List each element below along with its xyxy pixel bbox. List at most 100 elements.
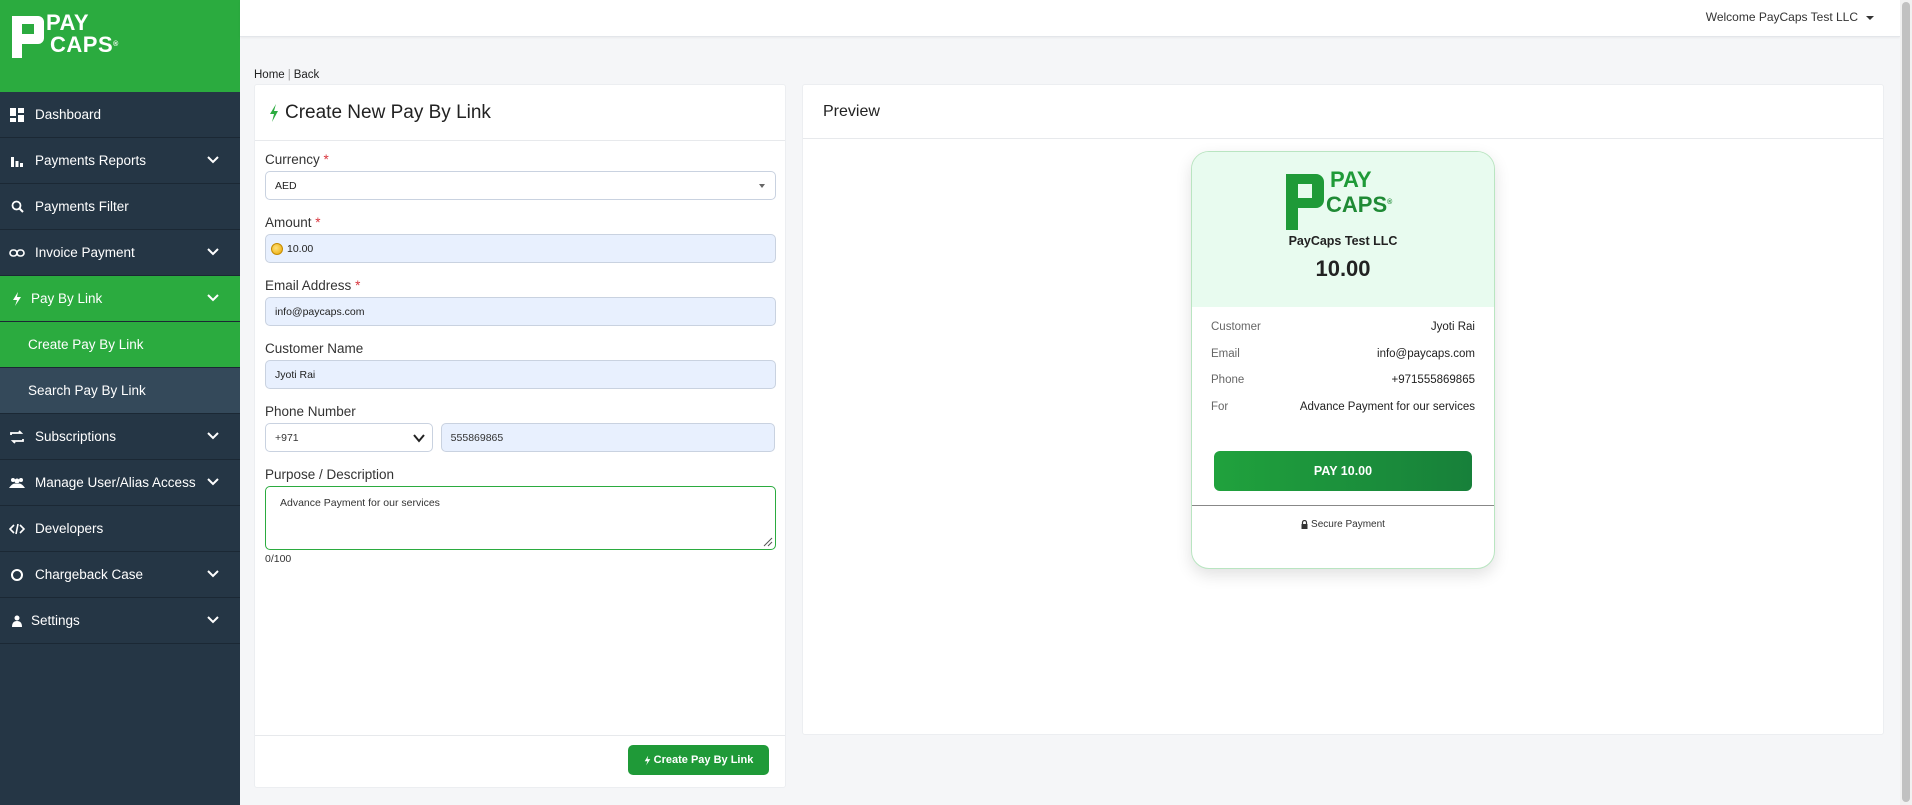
sidebar: PAY CAPS® Dashboard Payments Reports Pay… xyxy=(0,0,240,805)
user-menu[interactable]: Welcome PayCaps Test LLC xyxy=(1706,10,1874,24)
email-label: Email Address * xyxy=(265,278,775,293)
purpose-value: Advance Payment for our services xyxy=(280,497,440,509)
detail-value: Jyoti Rai xyxy=(1430,321,1475,333)
detail-key: Phone xyxy=(1211,374,1245,386)
brand-logo[interactable]: PAY CAPS® xyxy=(0,0,240,92)
amount-label: Amount * xyxy=(265,215,775,230)
customer-name-input[interactable]: Jyoti Rai xyxy=(265,360,776,389)
payment-preview-header: PAY CAPS® PayCaps Test LLC 10.00 xyxy=(1192,152,1494,307)
sidebar-item-invoice-payment[interactable]: Invoice Payment xyxy=(0,230,240,276)
form-body: Currency * AED Amount * 10.00 Email Addr… xyxy=(255,141,785,565)
required-mark: * xyxy=(323,152,329,167)
brand-line2-text: CAPS xyxy=(50,32,114,57)
currency-label: Currency * xyxy=(265,152,775,167)
users-icon xyxy=(9,475,25,491)
detail-value: Advance Payment for our services xyxy=(1299,400,1475,413)
create-button-label: Create Pay By Link xyxy=(653,754,754,766)
sidebar-item-manage-user-alias-access[interactable]: Manage User/Alias Access xyxy=(0,460,240,506)
preview-card: Preview PAY CAPS® PayCaps Test LLC 10.00… xyxy=(802,84,1884,735)
sidebar-item-label: Developers xyxy=(35,521,104,536)
sidebar-item-dashboard[interactable]: Dashboard xyxy=(0,92,240,138)
chevron-down-icon xyxy=(207,478,219,486)
create-pay-by-link-button[interactable]: Create Pay By Link xyxy=(628,745,769,775)
resize-grip-icon[interactable] xyxy=(763,537,773,547)
preview-registered-mark: ® xyxy=(1387,199,1393,206)
customer-name-value: Jyoti Rai xyxy=(275,368,316,381)
payment-preview: PAY CAPS® PayCaps Test LLC 10.00 Custome… xyxy=(1191,151,1495,569)
sidebar-item-payments-filter[interactable]: Payments Filter xyxy=(0,184,240,230)
purpose-textarea[interactable]: Advance Payment for our services xyxy=(265,486,776,550)
breadcrumb-back[interactable]: Back xyxy=(294,69,320,81)
currency-value: AED xyxy=(275,179,297,192)
amount-value: 10.00 xyxy=(287,242,314,255)
sidebar-subitem-create-pay-by-link[interactable]: Create Pay By Link xyxy=(0,322,240,368)
purpose-label: Purpose / Description xyxy=(265,467,395,482)
bolt-icon xyxy=(9,291,25,307)
topbar: Welcome PayCaps Test LLC xyxy=(240,0,1900,37)
page-title: Create New Pay By Link xyxy=(285,101,491,123)
chevron-down-icon xyxy=(207,432,219,440)
sidebar-item-developers[interactable]: Developers xyxy=(0,506,240,552)
repeat-icon xyxy=(9,429,25,445)
detail-row: For Advance Payment for our services xyxy=(1211,401,1475,428)
breadcrumb: Home | Back xyxy=(254,69,319,81)
phone-number-value: 555869865 xyxy=(450,431,504,444)
email-field[interactable]: info@paycaps.com xyxy=(265,297,776,326)
detail-row: Email info@paycaps.com xyxy=(1211,348,1475,375)
phone-code-value: +971 xyxy=(275,431,299,444)
page-scrollbar[interactable] xyxy=(1900,0,1912,805)
amount-label-text: Amount xyxy=(265,215,312,230)
currency-label-text: Currency xyxy=(265,152,320,167)
chevron-down-icon xyxy=(207,616,219,624)
form-card-footer: Create Pay By Link xyxy=(255,735,785,787)
customer-name-label: Customer Name xyxy=(265,341,364,356)
sidebar-item-chargeback-case[interactable]: Chargeback Case xyxy=(0,552,240,598)
coin-icon xyxy=(271,242,283,255)
breadcrumb-separator: | xyxy=(287,69,291,81)
sidebar-item-label: Settings xyxy=(31,613,80,628)
sidebar-item-label: Pay By Link xyxy=(31,291,103,306)
phone-row: +971 555869865 xyxy=(265,423,775,452)
form-card-header: Create New Pay By Link xyxy=(255,85,785,141)
phone-label: Phone Number xyxy=(265,404,356,419)
currency-select[interactable]: AED xyxy=(265,171,776,200)
bolt-icon xyxy=(270,103,278,122)
phone-code-select[interactable]: +971 xyxy=(265,423,433,452)
create-link-form-card: Create New Pay By Link Currency * AED Am… xyxy=(254,84,786,788)
paycaps-logo-icon xyxy=(12,16,44,58)
bar-chart-icon xyxy=(9,153,25,169)
email-value: info@paycaps.com xyxy=(275,305,365,318)
detail-row: Phone +971555869865 xyxy=(1211,374,1475,401)
sidebar-item-settings[interactable]: Settings xyxy=(0,598,240,644)
sidebar-item-label: Chargeback Case xyxy=(35,567,144,582)
email-label-text: Email Address xyxy=(265,278,352,293)
detail-value: info@paycaps.com xyxy=(1377,347,1475,360)
scrollbar-thumb[interactable] xyxy=(1902,2,1910,802)
amount-input[interactable]: 10.00 xyxy=(265,234,776,263)
chevron-down-icon xyxy=(207,156,219,164)
secure-payment-text: Secure Payment xyxy=(1311,519,1385,530)
sidebar-item-payments-reports[interactable]: Payments Reports xyxy=(0,138,240,184)
character-counter: 0/100 xyxy=(265,553,292,565)
phone-number-input[interactable]: 555869865 xyxy=(440,423,775,452)
lock-icon xyxy=(1301,520,1308,529)
bolt-icon xyxy=(644,755,650,765)
preview-brand-line2: CAPS xyxy=(1326,192,1388,218)
payment-details: Customer Jyoti Rai Email info@paycaps.com … xyxy=(1192,307,1494,427)
brand-line2: CAPS® xyxy=(50,34,119,56)
breadcrumb-home[interactable]: Home xyxy=(254,69,285,81)
link-icon xyxy=(9,245,25,261)
sidebar-item-label: Manage User/Alias Access xyxy=(35,475,196,490)
preview-brand-line1: PAY xyxy=(1330,167,1372,192)
search-icon xyxy=(9,199,25,215)
circle-icon xyxy=(9,567,25,583)
sidebar-item-pay-by-link[interactable]: Pay By Link xyxy=(0,276,240,322)
sidebar-item-label: Payments Filter xyxy=(35,199,129,214)
dropdown-arrow-icon xyxy=(759,184,765,188)
payment-amount: 10.00 xyxy=(1315,256,1371,281)
sidebar-subitem-search-pay-by-link[interactable]: Search Pay By Link xyxy=(0,368,240,414)
preview-title: Preview xyxy=(803,85,1883,139)
sidebar-item-subscriptions[interactable]: Subscriptions xyxy=(0,414,240,460)
pay-button[interactable]: PAY 10.00 xyxy=(1214,451,1472,491)
required-mark: * xyxy=(315,215,321,230)
